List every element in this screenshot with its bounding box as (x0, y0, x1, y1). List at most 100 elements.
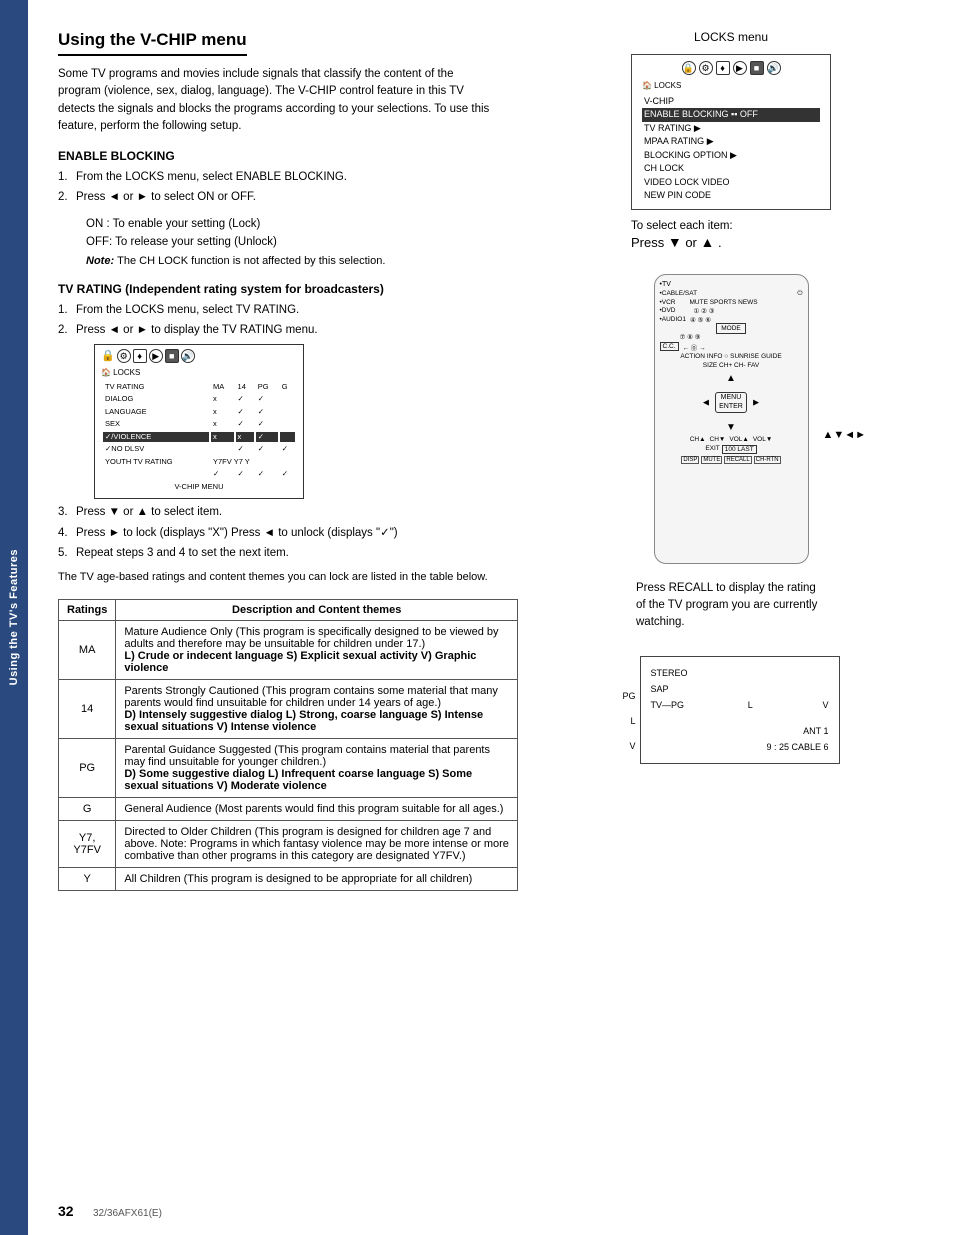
mi-icon-1: ⚙ (117, 349, 131, 363)
tv-line-time: 9 : 25 CABLE 6 (651, 739, 829, 755)
rating-desc-g: General Audience (Most parents would fin… (116, 798, 518, 821)
step-2: 2. Press ◄ or ► to select ON or OFF. (58, 189, 518, 206)
remote-vcr-row: •VCR MUTE SPORTS NEWS (660, 299, 803, 306)
enable-blocking-indent: ON : To enable your setting (Lock) OFF: … (58, 215, 518, 252)
enable-blocking-section: ENABLE BLOCKING 1. From the LOCKS menu, … (58, 149, 518, 270)
tv-line-ant: ANT 1 (651, 723, 829, 739)
tr-locks-label: 🏠 LOCKS (101, 367, 297, 378)
tv-display-area: PG L V STEREO SAP TV—PG (622, 656, 839, 765)
side-tab: Using the TV's Features (0, 0, 28, 1235)
tr-header-row: TV RATING MA14PGG (103, 382, 295, 393)
dpad-down: ▼ (726, 422, 736, 433)
mi-icon-3: ▶ (149, 349, 163, 363)
tv-spacer (651, 713, 829, 723)
table-row: Y7, Y7FV Directed to Older Children (Thi… (59, 821, 518, 868)
right-column: LOCKS menu 🔒 ⚙ ♦ ▶ ■ 🔊 🏠 LOCKS V-CHIP (538, 30, 924, 891)
tr-youth2-row: ✓✓✓✓ (103, 469, 295, 480)
mi-icon-4: ■ (165, 349, 179, 363)
tv-rating-section: TV RATING (Independent rating system for… (58, 282, 518, 586)
lm-icon-6: 🔊 (767, 61, 781, 75)
dpad-arrow-label: ▲▼◄► (822, 429, 866, 441)
rating-desc-y: All Children (This program is designed t… (116, 868, 518, 891)
tr-violence-row: ✓/VIOLENCE xx✓ (103, 432, 295, 443)
enable-blocking-note: Note: The CH LOCK function is not affect… (58, 254, 518, 269)
tv-label-v: V (622, 734, 635, 759)
tv-step-2: 2. Press ◄ or ► to display the TV RATING… (58, 322, 518, 499)
remote-top-row: •TV (660, 281, 803, 288)
remote-time-row: SIZE CH+ CH- FAV (660, 362, 803, 369)
tv-display-wrapper: PG L V STEREO SAP TV—PG (622, 656, 839, 765)
remote-dvd-row: •DVD ① ② ③ (660, 307, 803, 315)
rating-table-body: MA Mature Audience Only (This program is… (59, 621, 518, 891)
remote-source-row: •CABLE/SAT ⏻ (660, 290, 803, 298)
remote-diagram: •TV •CABLE/SAT ⏻ •VCR MUTE SPORTS NEWS (654, 274, 809, 564)
lm-video-lock: VIDEO LOCK VIDEO (642, 176, 820, 190)
tv-line-stereo: STEREO (651, 665, 829, 681)
tr-language-row: LANGUAGE x✓✓ (103, 407, 295, 418)
dpad-left: ◄ (701, 397, 711, 408)
rating-desc-y7: Directed to Older Children (This program… (116, 821, 518, 868)
lm-mpaa-rating: MPAA RATING (642, 135, 820, 149)
table-row: G General Audience (Most parents would f… (59, 798, 518, 821)
table-row: 14 Parents Strongly Cautioned (This prog… (59, 680, 518, 739)
lm-icon-2: ⚙ (699, 61, 713, 75)
remote-inner: •TV •CABLE/SAT ⏻ •VCR MUTE SPORTS NEWS (655, 275, 808, 470)
lm-locks-header: 🏠 LOCKS (642, 80, 820, 93)
page-number: 32 (58, 1203, 74, 1219)
left-column: Using the V-CHIP menu Some TV programs a… (58, 30, 518, 891)
note-label: Note: (86, 255, 117, 267)
page-title: Using the V-CHIP menu (58, 30, 247, 56)
lm-new-pin-code: NEW PIN CODE (642, 189, 820, 203)
remote-action-row: ACTION INFO ○ SUNRISE GUIDE (660, 353, 803, 360)
down-arrow: ▼ (668, 234, 682, 250)
mi-icon-5: 🔊 (181, 349, 195, 363)
lm-icon-4: ▶ (733, 61, 747, 75)
rating-desc-pg: Parental Guidance Suggested (This progra… (116, 739, 518, 798)
side-tab-label: Using the TV's Features (8, 549, 20, 685)
tv-display-labels: PG L V (622, 656, 635, 760)
press-label: Press (631, 235, 668, 250)
tr-dialog-row: DIALOG x✓✓ (103, 394, 295, 405)
page-model: 32/36AFX61(E) (93, 1208, 162, 1219)
dpad-up: ▲ (726, 373, 736, 384)
main-content: Using the V-CHIP menu Some TV programs a… (28, 0, 954, 1235)
tr-nodlsv-row: ✓NO DLSV ✓✓✓ (103, 444, 295, 455)
step-1: 1. From the LOCKS menu, select ENABLE BL… (58, 169, 518, 186)
two-column-layout: Using the V-CHIP menu Some TV programs a… (58, 30, 924, 891)
tv-rating-steps: 1. From the LOCKS menu, select TV RATING… (58, 302, 518, 562)
tv-rating-footer: The TV age-based ratings and content the… (58, 570, 518, 585)
remote-ch-row: CH▲ CH▼ VOL▲ VOL▼ (660, 436, 803, 443)
tr-icons: 🔒 ⚙ ♦ ▶ ■ 🔊 (101, 349, 297, 364)
table-row: PG Parental Guidance Suggested (This pro… (59, 739, 518, 798)
locks-menu-title: LOCKS menu (694, 30, 768, 44)
remote-area: •TV •CABLE/SAT ⏻ •VCR MUTE SPORTS NEWS (631, 274, 831, 564)
select-instruction: To select each item: Press ▼ or ▲ . (631, 220, 831, 250)
remote-num-row: ⑦ ⑧ ⑨ (660, 333, 803, 341)
tv-step-4: 4. Press ► to lock (displays "X") Press … (58, 525, 518, 542)
tv-rating-menu-diagram: 🔒 ⚙ ♦ ▶ ■ 🔊 🏠 LOCKS (94, 344, 304, 499)
remote-mode-row: MODE (660, 325, 803, 332)
tv-rating-table-diagram: TV RATING MA14PGG DIALOG x✓✓ LANGUAGE (101, 380, 297, 495)
locks-menu-box: 🔒 ⚙ ♦ ▶ ■ 🔊 🏠 LOCKS V-CHIP ENABLE BLOCKI… (631, 54, 831, 210)
locks-menu-area: LOCKS menu 🔒 ⚙ ♦ ▶ ■ 🔊 🏠 LOCKS V-CHIP (538, 30, 924, 250)
rating-table: Ratings Description and Content themes M… (58, 599, 518, 891)
remote-cc-row: C.C. ← ⓪ → (660, 342, 803, 352)
col-description: Description and Content themes (116, 600, 518, 621)
lm-ch-lock: CH LOCK (642, 162, 820, 176)
lm-enable-blocking: ENABLE BLOCKING ▪▪ OFF (642, 108, 820, 122)
tv-rating-heading: TV RATING (Independent rating system for… (58, 282, 518, 296)
dpad-center: MENUENTER (715, 392, 747, 413)
tr-sex-row: SEX x✓✓ (103, 419, 295, 430)
tv-step-5: 5. Repeat steps 3 and 4 to set the next … (58, 545, 518, 562)
dpad-right: ► (751, 397, 761, 408)
table-row: MA Mature Audience Only (This program is… (59, 621, 518, 680)
rating-code-y: Y (59, 868, 116, 891)
tr-vchip-row: V-CHIP MENU (103, 482, 295, 493)
lm-icon-5: ■ (750, 61, 764, 75)
tv-line-sap: SAP (651, 681, 829, 697)
tv-step-1: 1. From the LOCKS menu, select TV RATING… (58, 302, 518, 319)
lm-vchip: V-CHIP (642, 95, 820, 109)
up-arrow: ▲ (701, 234, 715, 250)
tr-youth-row: YOUTH TV RATING Y7FV Y7 Y (103, 457, 295, 468)
lm-icon-3: ♦ (716, 61, 730, 75)
